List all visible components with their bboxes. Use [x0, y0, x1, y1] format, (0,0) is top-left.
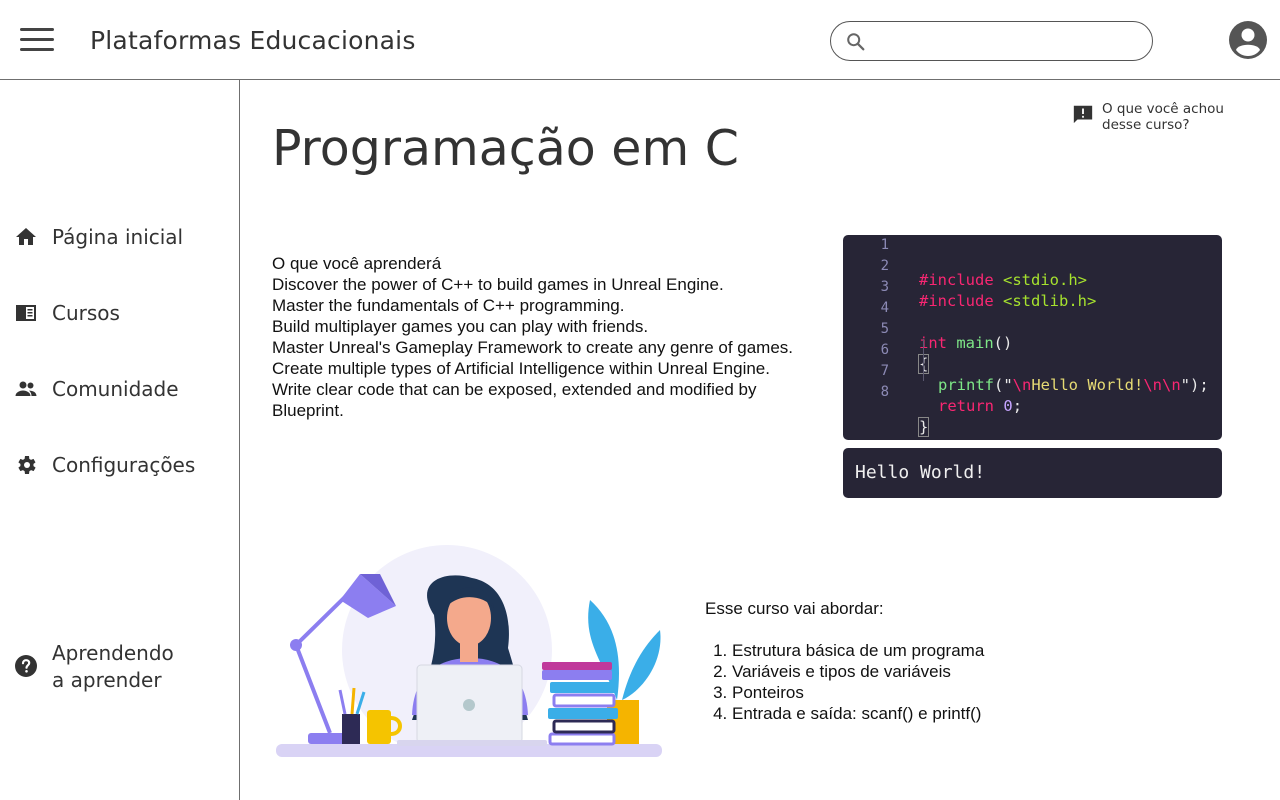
- line-number: 4: [880, 300, 889, 316]
- sidebar-item-courses[interactable]: Cursos: [14, 300, 120, 327]
- learning-outcomes-heading: O que você aprenderá: [272, 254, 442, 273]
- learning-outcome-item: Build multiplayer games you can play wit…: [272, 317, 649, 336]
- sidebar: Página inicial Cursos Comunidade Configu…: [0, 80, 240, 800]
- learning-outcomes: O que você aprenderá Discover the power …: [272, 253, 802, 421]
- learning-outcome-item: Create multiple types of Artificial Inte…: [272, 359, 770, 378]
- search-bar[interactable]: [830, 21, 1153, 61]
- learning-outcome-item: Master the fundamentals of C++ programmi…: [272, 296, 625, 315]
- list-item: Variáveis e tipos de variáveis: [732, 661, 984, 682]
- list-item: Entrada e saída: scanf() e printf(): [732, 703, 984, 724]
- sidebar-item-label: Configurações: [52, 453, 196, 477]
- learning-outcome-item: Discover the power of C++ to build games…: [272, 275, 724, 294]
- feedback-icon: [1073, 105, 1093, 124]
- course-topics-heading: Esse curso vai abordar:: [705, 599, 884, 618]
- sidebar-item-settings[interactable]: Configurações: [14, 452, 195, 479]
- code-line: 7 return 0;: [843, 361, 1222, 415]
- course-topics-list: Estrutura básica de um programa Variávei…: [705, 640, 984, 724]
- sidebar-item-label: Comunidade: [52, 377, 179, 401]
- line-number: 7: [880, 363, 889, 379]
- course-topics: Esse curso vai abordar: Estrutura básica…: [705, 598, 984, 724]
- help-icon: [15, 655, 37, 677]
- code-line: 4 int main(): [843, 298, 1222, 352]
- line-number: 3: [880, 279, 889, 295]
- code-editor[interactable]: 1 #include <stdio.h> 2 #include <stdlib.…: [843, 235, 1222, 440]
- search-icon: [847, 33, 865, 51]
- code-output: Hello World!: [843, 448, 1222, 498]
- code-line: 2 #include <stdlib.h>: [843, 256, 1222, 310]
- course-feedback-link[interactable]: O que você achou desse curso?: [1072, 101, 1232, 133]
- sidebar-item-label: Página inicial: [52, 225, 184, 249]
- line-number: 1: [880, 237, 889, 253]
- sidebar-item-learning-to-learn[interactable]: Aprendendo a aprender: [14, 640, 174, 694]
- line-number: 6: [880, 342, 889, 358]
- people-icon: [15, 381, 37, 396]
- indent-guide: [923, 339, 924, 381]
- student-laptop-illustration: [276, 545, 662, 757]
- sidebar-item-label: Aprendendo a aprender: [52, 641, 174, 692]
- sidebar-item-community[interactable]: Comunidade: [14, 376, 179, 403]
- top-bar: Plataformas Educacionais: [0, 0, 1280, 80]
- home-icon: [16, 228, 36, 245]
- search-input[interactable]: [875, 28, 1135, 54]
- account-avatar-icon[interactable]: [1229, 21, 1267, 59]
- learning-outcome-item: Master Unreal's Gameplay Framework to cr…: [272, 338, 794, 357]
- code-line: 1 #include <stdio.h>: [843, 235, 1222, 289]
- app-title: Plataformas Educacionais: [90, 26, 416, 55]
- code-line: 5 {: [843, 319, 1222, 374]
- code-token: }: [917, 417, 930, 437]
- gear-icon: [18, 456, 36, 474]
- hamburger-menu-icon[interactable]: [20, 28, 56, 54]
- book-icon: [16, 305, 36, 321]
- code-line: 8 }: [843, 382, 1222, 437]
- code-line: 6 printf("\nHello World!\n\n");: [843, 340, 1222, 394]
- line-number: 2: [880, 258, 889, 274]
- code-line: 3: [843, 277, 1222, 298]
- feedback-label: O que você achou desse curso?: [1102, 101, 1224, 133]
- list-item: Estrutura básica de um programa: [732, 640, 984, 661]
- list-item: Ponteiros: [732, 682, 984, 703]
- sidebar-item-home[interactable]: Página inicial: [14, 224, 183, 251]
- line-number: 8: [880, 384, 889, 400]
- learning-outcome-item: Write clear code that can be exposed, ex…: [272, 380, 757, 420]
- line-number: 5: [880, 321, 889, 337]
- sidebar-item-label: Cursos: [52, 301, 120, 325]
- page-title: Programação em C: [272, 120, 739, 177]
